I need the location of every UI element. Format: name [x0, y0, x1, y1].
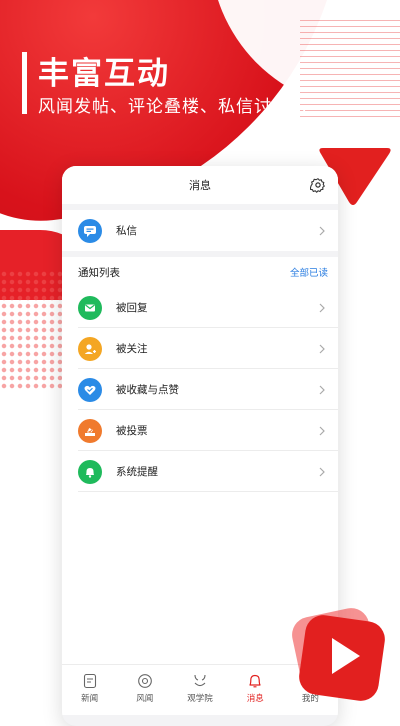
bell-icon: [78, 459, 102, 484]
tab-messages[interactable]: 消息: [228, 665, 283, 715]
tab-label: 新闻: [81, 694, 99, 704]
notification-item-system[interactable]: 系统提醒: [62, 451, 338, 492]
notification-list-title: 通知列表: [78, 266, 120, 279]
private-message-row[interactable]: 私信: [62, 210, 338, 251]
notification-label: 被投票: [116, 425, 148, 437]
stripe-pattern: [300, 20, 400, 120]
tab-fengwen[interactable]: 风闻: [117, 665, 172, 715]
chat-bubble-icon: [78, 218, 102, 243]
gear-icon[interactable]: [310, 177, 326, 193]
notification-item-replied[interactable]: 被回复: [62, 287, 338, 328]
tab-label: 风闻: [136, 694, 154, 704]
promo-headline: 丰富互动: [38, 56, 170, 92]
tab-label: 观学院: [187, 694, 213, 704]
news-icon: [83, 673, 96, 689]
heart-icon: [78, 377, 102, 402]
promo-subline: 风闻发帖、评论叠楼、私信讨论…: [38, 97, 308, 117]
top-bar: 消息: [62, 166, 338, 204]
notification-label: 被回复: [116, 302, 148, 314]
notification-label: 系统提醒: [116, 466, 158, 478]
dot-pattern: [0, 270, 70, 390]
notification-label: 被收藏与点赞: [116, 384, 179, 396]
notification-label: 被关注: [116, 343, 148, 355]
user-add-icon: [78, 336, 102, 361]
notification-item-followed[interactable]: 被关注: [62, 328, 338, 369]
headline-accent-bar: [22, 52, 27, 114]
mark-all-read-button[interactable]: 全部已读: [290, 265, 328, 279]
bell-icon: [249, 674, 261, 688]
tab-news[interactable]: 新闻: [62, 665, 117, 715]
chevron-right-icon: [319, 226, 325, 235]
tab-academy[interactable]: 观学院: [172, 665, 227, 715]
chevron-right-icon: [319, 467, 325, 476]
chevron-right-icon: [319, 303, 325, 312]
page-title: 消息: [189, 179, 211, 192]
play-button-decoration: [292, 608, 385, 701]
chevron-right-icon: [319, 344, 325, 353]
tab-label: 消息: [246, 694, 264, 704]
disc-icon: [137, 674, 152, 688]
ballot-icon: [78, 418, 102, 443]
notification-list-header: 通知列表 全部已读: [62, 257, 338, 287]
notification-item-collected-liked[interactable]: 被收藏与点赞: [62, 369, 338, 410]
chevron-right-icon: [319, 426, 325, 435]
private-message-label: 私信: [116, 225, 137, 237]
notification-item-voted[interactable]: 被投票: [62, 410, 338, 451]
academy-icon: [194, 674, 206, 687]
envelope-icon: [78, 295, 102, 320]
chevron-right-icon: [319, 385, 325, 394]
